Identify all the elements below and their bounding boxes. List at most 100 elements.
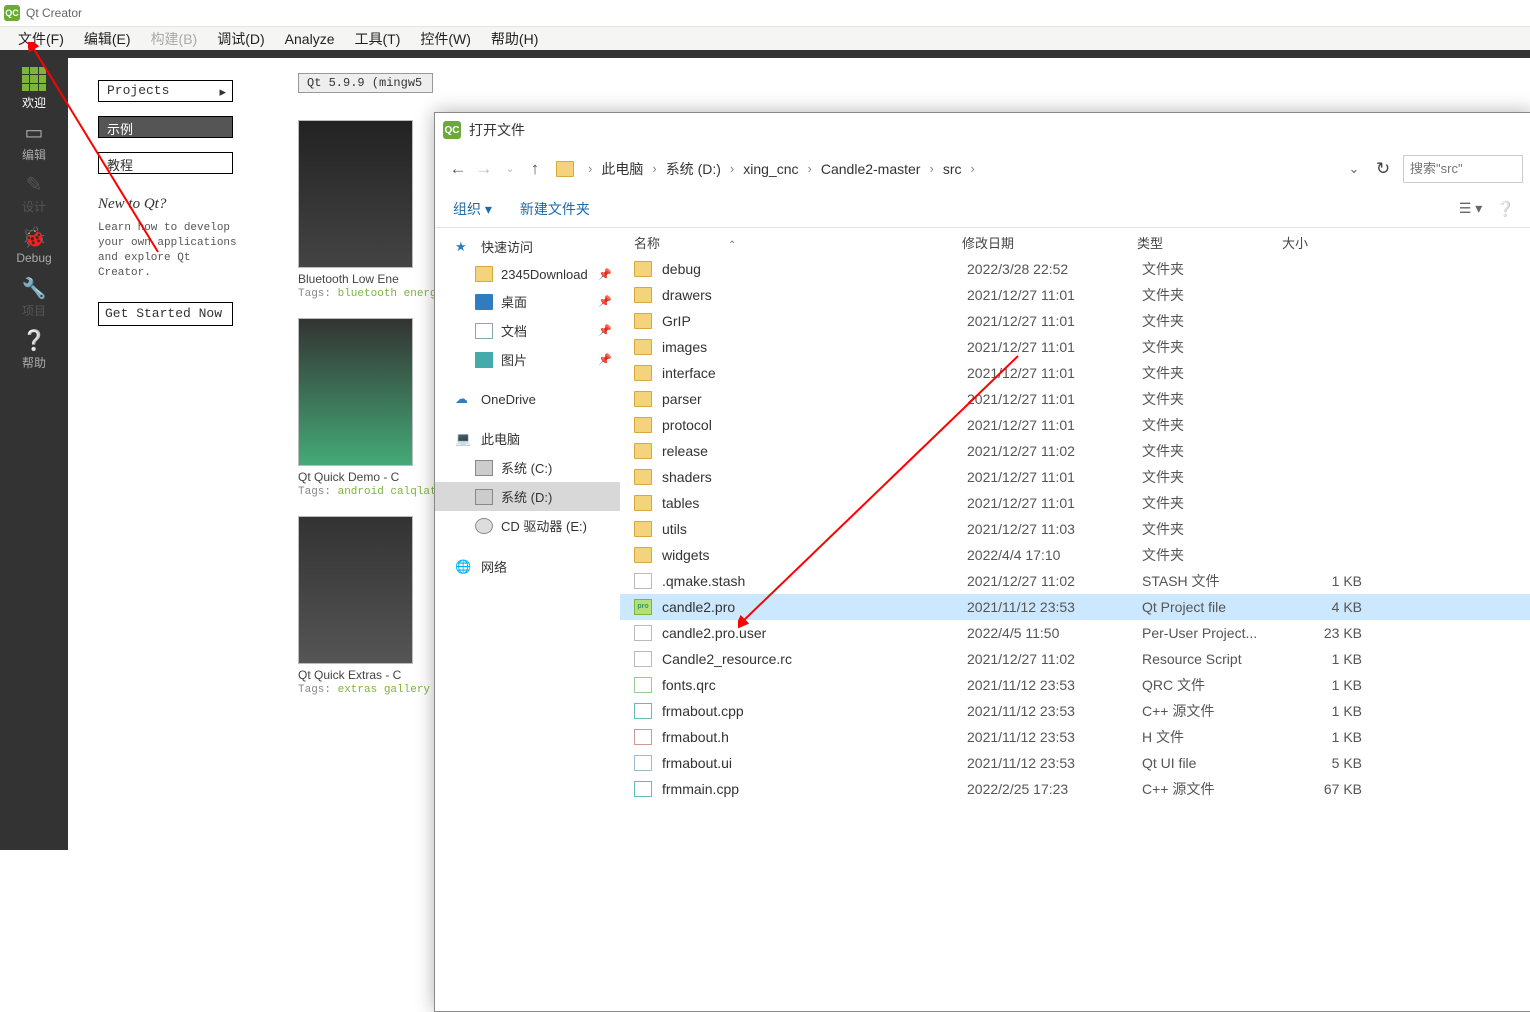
sidebar-item[interactable]: CD 驱动器 (E:) <box>435 511 620 540</box>
file-name: GrIP <box>662 313 967 329</box>
file-date: 2021/12/27 11:01 <box>967 469 1142 485</box>
folder-icon <box>634 495 652 511</box>
sidebar-item[interactable]: 2345Download📌 <box>435 261 620 287</box>
sidebar-label: 图片 <box>501 350 527 369</box>
crumb-dropdown-icon[interactable]: ⌄ <box>1341 161 1367 177</box>
sidebar-item[interactable]: 🌐网络 <box>435 552 620 581</box>
welcome-icon <box>22 67 46 91</box>
file-row[interactable]: utils2021/12/27 11:03文件夹 <box>620 516 1530 542</box>
file-name: protocol <box>662 417 967 433</box>
file-row[interactable]: frmabout.cpp2021/11/12 23:53C++ 源文件1 KB <box>620 698 1530 724</box>
toolbar-strip <box>0 50 1530 58</box>
search-input[interactable] <box>1403 155 1523 183</box>
file-row[interactable]: frmmain.cpp2022/2/25 17:23C++ 源文件67 KB <box>620 776 1530 802</box>
sidebar-item[interactable]: 图片📌 <box>435 345 620 374</box>
col-size-header[interactable]: 大小 <box>1282 233 1357 252</box>
menu-item-4[interactable]: Analyze <box>275 31 345 47</box>
newqt-desc: Learn how to develop your own applicatio… <box>98 221 248 280</box>
rail-welcome[interactable]: 欢迎 <box>4 64 64 114</box>
help-icon[interactable]: ❔ <box>1496 200 1515 218</box>
menu-item-7[interactable]: 帮助(H) <box>481 29 548 49</box>
kit-selector[interactable]: Qt 5.9.9 (mingw5 <box>298 73 433 93</box>
breadcrumbs[interactable]: › 此电脑›系统 (D:)›xing_cnc›Candle2-master›sr… <box>555 155 1333 183</box>
pin-icon: 📌 <box>598 295 612 308</box>
nav-projects[interactable]: Projects ▸ <box>98 80 233 102</box>
file-row[interactable]: widgets2022/4/4 17:10文件夹 <box>620 542 1530 568</box>
rail-edit[interactable]: ▭ 编辑 <box>4 116 64 166</box>
col-name-header[interactable]: 名称⌃ <box>634 233 962 252</box>
new-folder-button[interactable]: 新建文件夹 <box>520 199 590 219</box>
file-type: Per-User Project... <box>1142 625 1287 641</box>
file-type: 文件夹 <box>1142 493 1287 513</box>
file-row[interactable]: interface2021/12/27 11:01文件夹 <box>620 360 1530 386</box>
nav-tutorials-label: 教程 <box>107 159 133 174</box>
col-type-header[interactable]: 类型 <box>1137 233 1282 252</box>
file-row[interactable]: GrIP2021/12/27 11:01文件夹 <box>620 308 1530 334</box>
sidebar-item[interactable]: 💻此电脑 <box>435 424 620 453</box>
file-row[interactable]: fonts.qrc2021/11/12 23:53QRC 文件1 KB <box>620 672 1530 698</box>
up-button[interactable]: ↑ <box>523 159 547 179</box>
menu-item-3[interactable]: 调试(D) <box>207 29 274 49</box>
file-type: 文件夹 <box>1142 519 1287 539</box>
view-options-icon[interactable]: ☰ ▾ <box>1459 200 1482 217</box>
menu-item-6[interactable]: 控件(W) <box>410 29 481 49</box>
caret-icon: ▸ <box>219 85 226 100</box>
file-type: 文件夹 <box>1142 441 1287 461</box>
sidebar-item[interactable]: ☁OneDrive <box>435 386 620 412</box>
rail-project-label: 项目 <box>22 302 46 319</box>
file-row[interactable]: frmabout.ui2021/11/12 23:53Qt UI file5 K… <box>620 750 1530 776</box>
file-row[interactable]: shaders2021/12/27 11:01文件夹 <box>620 464 1530 490</box>
organize-menu[interactable]: 组织 ▾ <box>453 199 492 219</box>
menu-item-1[interactable]: 编辑(E) <box>74 29 141 49</box>
file-date: 2021/12/27 11:01 <box>967 287 1142 303</box>
file-row[interactable]: procandle2.pro2021/11/12 23:53Qt Project… <box>620 594 1530 620</box>
breadcrumb-seg[interactable]: 系统 (D:) <box>663 159 724 179</box>
col-date-header[interactable]: 修改日期 <box>962 233 1137 252</box>
file-icon <box>634 651 652 667</box>
newqt-heading: New to Qt? <box>98 196 248 213</box>
rail-help[interactable]: ❔ 帮助 <box>4 324 64 374</box>
example-card[interactable] <box>298 120 413 268</box>
sidebar-item[interactable]: 桌面📌 <box>435 287 620 316</box>
file-row[interactable]: .qmake.stash2021/12/27 11:02STASH 文件1 KB <box>620 568 1530 594</box>
file-date: 2021/12/27 11:01 <box>967 391 1142 407</box>
sidebar-item[interactable]: ★快速访问 <box>435 232 620 261</box>
menubar: 文件(F)编辑(E)构建(B)调试(D)Analyze工具(T)控件(W)帮助(… <box>0 26 1530 50</box>
get-started-button[interactable]: Get Started Now <box>98 302 233 326</box>
file-row[interactable]: frmabout.h2021/11/12 23:53H 文件1 KB <box>620 724 1530 750</box>
breadcrumb-seg[interactable]: src <box>940 161 965 177</box>
file-row[interactable]: parser2021/12/27 11:01文件夹 <box>620 386 1530 412</box>
menu-item-0[interactable]: 文件(F) <box>8 29 74 49</box>
rail-edit-label: 编辑 <box>22 146 46 163</box>
file-row[interactable]: Candle2_resource.rc2021/12/27 11:02Resou… <box>620 646 1530 672</box>
sidebar-item[interactable]: 文档📌 <box>435 316 620 345</box>
file-row[interactable]: debug2022/3/28 22:52文件夹 <box>620 256 1530 282</box>
nav-examples[interactable]: 示例 <box>98 116 233 138</box>
sidebar-label: CD 驱动器 (E:) <box>501 516 587 535</box>
example-card[interactable] <box>298 516 413 664</box>
breadcrumb-seg[interactable]: 此电脑 <box>598 159 646 179</box>
breadcrumb-seg[interactable]: xing_cnc <box>740 161 801 177</box>
sidebar-item[interactable]: 系统 (D:) <box>435 482 620 511</box>
file-date: 2021/12/27 11:02 <box>967 651 1142 667</box>
back-button[interactable]: ← <box>445 159 471 179</box>
example-card[interactable] <box>298 318 413 466</box>
file-row[interactable]: candle2.pro.user2022/4/5 11:50Per-User P… <box>620 620 1530 646</box>
history-dropdown[interactable]: ⌄ <box>497 162 523 175</box>
ui-icon <box>634 755 652 771</box>
nav-tutorials[interactable]: 教程 <box>98 152 233 174</box>
rail-debug[interactable]: 🐞 Debug <box>4 220 64 270</box>
menu-item-5[interactable]: 工具(T) <box>344 29 410 49</box>
refresh-button[interactable]: ↻ <box>1367 159 1399 179</box>
file-row[interactable]: drawers2021/12/27 11:01文件夹 <box>620 282 1530 308</box>
pencil-icon: ✎ <box>26 172 43 197</box>
file-size: 67 KB <box>1287 781 1362 797</box>
help-icon: ❔ <box>22 328 47 353</box>
sidebar-item[interactable]: 系统 (C:) <box>435 453 620 482</box>
breadcrumb-seg[interactable]: Candle2-master <box>818 161 924 177</box>
file-row[interactable]: protocol2021/12/27 11:01文件夹 <box>620 412 1530 438</box>
file-name: parser <box>662 391 967 407</box>
file-row[interactable]: release2021/12/27 11:02文件夹 <box>620 438 1530 464</box>
file-row[interactable]: tables2021/12/27 11:01文件夹 <box>620 490 1530 516</box>
file-row[interactable]: images2021/12/27 11:01文件夹 <box>620 334 1530 360</box>
